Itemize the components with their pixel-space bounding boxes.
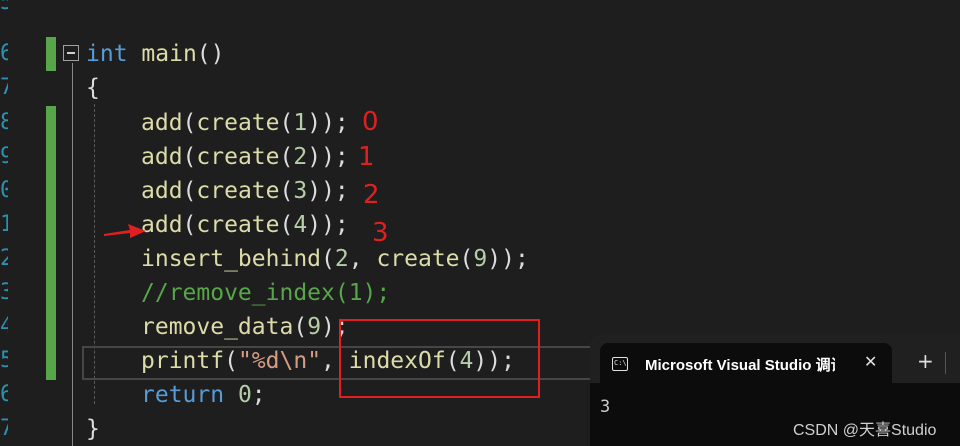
number-literal: 3 [293,178,308,204]
code-line-add-1[interactable]: add(create(1)); [141,106,349,140]
punctuation: )); [307,212,349,238]
punctuation: ( [182,110,197,136]
code-line-return[interactable]: return 0; [141,378,266,412]
keyword: int [86,41,128,67]
function-name: main [141,41,197,67]
collapse-toggle-icon[interactable] [63,45,79,61]
function-name: create [196,178,280,204]
punctuation: () [196,41,225,67]
punctuation: )); [307,110,349,136]
terminal-icon: C:\ [612,357,628,371]
function-name: remove_data [141,314,294,340]
function-name: create [196,144,280,170]
fold-guide [72,63,73,446]
punctuation: )); [307,178,349,204]
function-name: add [141,144,183,170]
highlight-box [339,319,540,398]
line-number: 7 [0,416,8,441]
function-name: printf [141,348,225,374]
punctuation: )); [307,144,349,170]
punctuation: ( [279,212,294,238]
keyword: return [141,382,225,408]
code-line-close-brace[interactable]: } [86,412,100,446]
number-literal: 9 [307,314,322,340]
console-output: 3 [600,397,611,417]
code-line-main[interactable]: int main() [86,37,225,71]
console-titlebar: C:\ Microsoft Visual Studio 调试 ✕ + [590,335,960,383]
function-name: create [196,110,280,136]
punctuation: )); [487,246,529,272]
string-literal: "%d\n" [237,348,322,374]
code-line-open-brace[interactable]: { [86,71,100,105]
punctuation: ( [279,144,294,170]
number-literal: 0 [224,382,252,408]
line-number: 0 [0,178,8,203]
punctuation: ( [224,348,238,374]
number-literal: 1 [293,110,308,136]
number-literal: 4 [293,212,308,238]
punctuation: , [348,246,377,272]
console-tab-title: Microsoft Visual Studio 调试 [645,357,835,374]
punctuation: ( [182,178,197,204]
code-line-comment[interactable]: //remove_index(1); [141,276,390,310]
number-literal: 9 [473,246,488,272]
new-tab-icon[interactable]: + [917,351,934,371]
punctuation: ( [279,110,294,136]
punctuation: ( [182,212,197,238]
punctuation: ( [293,314,308,340]
code-line-add-2[interactable]: add(create(2)); [141,140,349,174]
function-name: add [141,110,183,136]
close-icon[interactable]: ✕ [864,352,877,371]
comment: //remove_index(1); [141,280,391,306]
number-literal: 2 [334,246,349,272]
line-number: 5 [0,348,8,373]
code-line-insert-behind[interactable]: insert_behind(2, create(9)); [141,242,529,276]
console-tab[interactable]: C:\ Microsoft Visual Studio 调试 ✕ [600,343,892,383]
change-marker [46,37,56,71]
punctuation: ( [182,144,197,170]
change-marker [46,106,56,380]
punctuation: ( [279,178,294,204]
function-name: create [196,212,280,238]
line-number: 1 [0,212,8,237]
line-number: 4 [0,314,8,339]
line-number: 8 [0,110,8,135]
punctuation: ( [321,246,335,272]
annotation-index-0: 0 [362,107,379,137]
function-name: add [141,178,183,204]
punctuation: } [86,416,100,442]
function-name: insert_behind [141,246,322,272]
line-number: 3 [0,280,8,305]
code-line-add-3[interactable]: add(create(3)); [141,174,349,208]
titlebar-divider [945,352,946,374]
annotation-index-2: 2 [363,180,380,210]
punctuation: { [86,75,100,101]
line-number: 6 [0,41,8,66]
punctuation: ; [251,382,266,408]
punctuation: ( [459,246,474,272]
line-number: 7 [0,75,8,100]
line-number: 6 [0,382,8,407]
code-line-remove-data[interactable]: remove_data(9); [141,310,349,344]
annotation-index-1: 1 [358,142,375,172]
watermark: CSDN @天喜Studio [793,422,937,439]
line-number: 2 [0,246,8,271]
code-line-add-4[interactable]: add(create(4)); [141,208,349,242]
line-number: 9 [0,144,8,169]
function-name: create [376,246,460,272]
number-literal: 2 [293,144,308,170]
red-arrow-icon [104,224,146,238]
annotation-index-3: 3 [372,218,389,248]
line-number: 5 [0,0,8,15]
